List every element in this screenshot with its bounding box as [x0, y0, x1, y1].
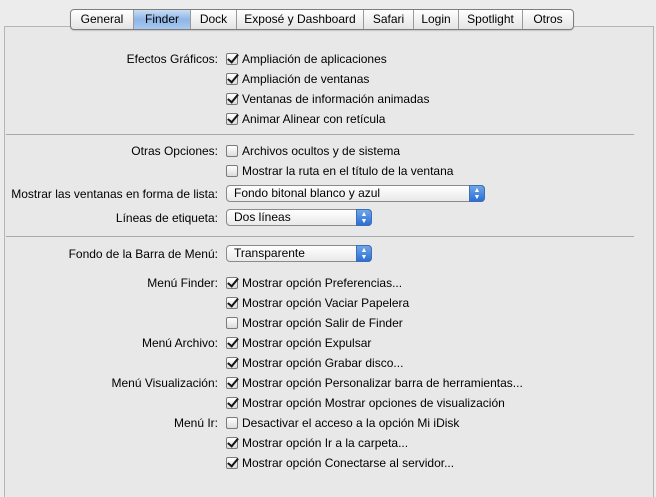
checkbox-opciones-visualizacion[interactable]: [226, 397, 238, 409]
barra-popup-value: Transparente: [234, 246, 305, 260]
checkbox-ampliacion-aplicaciones[interactable]: [226, 53, 238, 65]
lista-popup[interactable]: Fondo bitonal blanco y azul ▲ ▼: [226, 185, 485, 202]
checkbox-label[interactable]: Animar Alinear con retícula: [242, 111, 385, 127]
efectos-label: Efectos Gráficos:: [126, 52, 218, 66]
checkbox-preferencias[interactable]: [226, 277, 238, 289]
checkbox-label[interactable]: Mostrar opción Ir a la carpeta...: [242, 435, 408, 451]
checkbox-label[interactable]: Ampliación de ventanas: [242, 71, 369, 87]
tab-spotlight[interactable]: Spotlight: [458, 10, 522, 29]
checkbox-archivos-ocultos[interactable]: [226, 145, 238, 157]
checkbox-label[interactable]: Archivos ocultos y de sistema: [242, 143, 400, 159]
tab-login[interactable]: Login: [413, 10, 458, 29]
lineas-popup-value: Dos líneas: [234, 210, 291, 224]
checkbox-label[interactable]: Mostrar opción Preferencias...: [242, 275, 402, 291]
otras-opciones-label: Otras Opciones:: [131, 144, 218, 158]
menu-archivo-label: Menú Archivo:: [141, 336, 218, 350]
checkbox-mostrar-ruta[interactable]: [226, 165, 238, 177]
barra-label: Fondo de la Barra de Menú:: [68, 247, 218, 261]
checkbox-animar-alinear[interactable]: [226, 113, 238, 125]
popup-arrows-icon: ▲ ▼: [469, 185, 485, 202]
checkbox-label[interactable]: Mostrar opción Vaciar Papelera: [242, 295, 409, 311]
checkbox-expulsar[interactable]: [226, 337, 238, 349]
checkbox-label[interactable]: Mostrar opción Salir de Finder: [242, 315, 403, 331]
checkbox-ampliacion-ventanas[interactable]: [226, 73, 238, 85]
checkbox-label[interactable]: Mostrar opción Expulsar: [242, 335, 371, 351]
tab-general[interactable]: General: [71, 10, 133, 29]
lista-label: Mostrar las ventanas en forma de lista:: [11, 187, 218, 201]
tab-bar: General Finder Dock Exposé y Dashboard S…: [70, 9, 574, 30]
tab-otros[interactable]: Otros: [522, 10, 573, 29]
checkbox-label[interactable]: Mostrar la ruta en el título de la venta…: [242, 163, 453, 179]
tab-safari[interactable]: Safari: [363, 10, 413, 29]
tab-expose-dashboard[interactable]: Exposé y Dashboard: [236, 10, 363, 29]
checkbox-vaciar-papelera[interactable]: [226, 297, 238, 309]
checkbox-conectarse-servidor[interactable]: [226, 457, 238, 469]
lineas-label: Líneas de etiqueta:: [115, 211, 218, 225]
popup-arrows-icon: ▲ ▼: [356, 245, 372, 262]
popup-arrows-icon: ▲ ▼: [356, 209, 372, 226]
checkbox-grabar-disco[interactable]: [226, 357, 238, 369]
checkbox-label[interactable]: Ampliación de aplicaciones: [242, 51, 387, 67]
separator: [6, 236, 634, 237]
checkbox-label[interactable]: Ventanas de información animadas: [242, 91, 429, 107]
checkbox-salir-finder[interactable]: [226, 317, 238, 329]
checkbox-label[interactable]: Mostrar opción Conectarse al servidor...: [242, 455, 454, 471]
checkbox-ir-carpeta[interactable]: [226, 437, 238, 449]
checkbox-label[interactable]: Mostrar opción Mostrar opciones de visua…: [242, 395, 505, 411]
lineas-popup[interactable]: Dos líneas ▲ ▼: [226, 209, 372, 226]
checkbox-label[interactable]: Mostrar opción Grabar disco...: [242, 355, 403, 371]
separator: [6, 134, 634, 135]
checkbox-ventanas-info-animadas[interactable]: [226, 93, 238, 105]
tab-dock[interactable]: Dock: [190, 10, 236, 29]
barra-popup[interactable]: Transparente ▲ ▼: [226, 245, 372, 262]
checkbox-label[interactable]: Desactivar el acceso a la opción Mi iDis…: [242, 415, 459, 431]
menu-ir-label: Menú Ir:: [173, 416, 218, 430]
menu-visualizacion-label: Menú Visualización:: [111, 376, 218, 390]
tab-finder[interactable]: Finder: [133, 10, 190, 29]
menu-finder-label: Menú Finder:: [147, 276, 218, 290]
lista-popup-value: Fondo bitonal blanco y azul: [234, 186, 381, 200]
checkbox-desactivar-idisk[interactable]: [226, 417, 238, 429]
checkbox-label[interactable]: Mostrar opción Personalizar barra de her…: [242, 375, 523, 391]
checkbox-personalizar-barra[interactable]: [226, 377, 238, 389]
